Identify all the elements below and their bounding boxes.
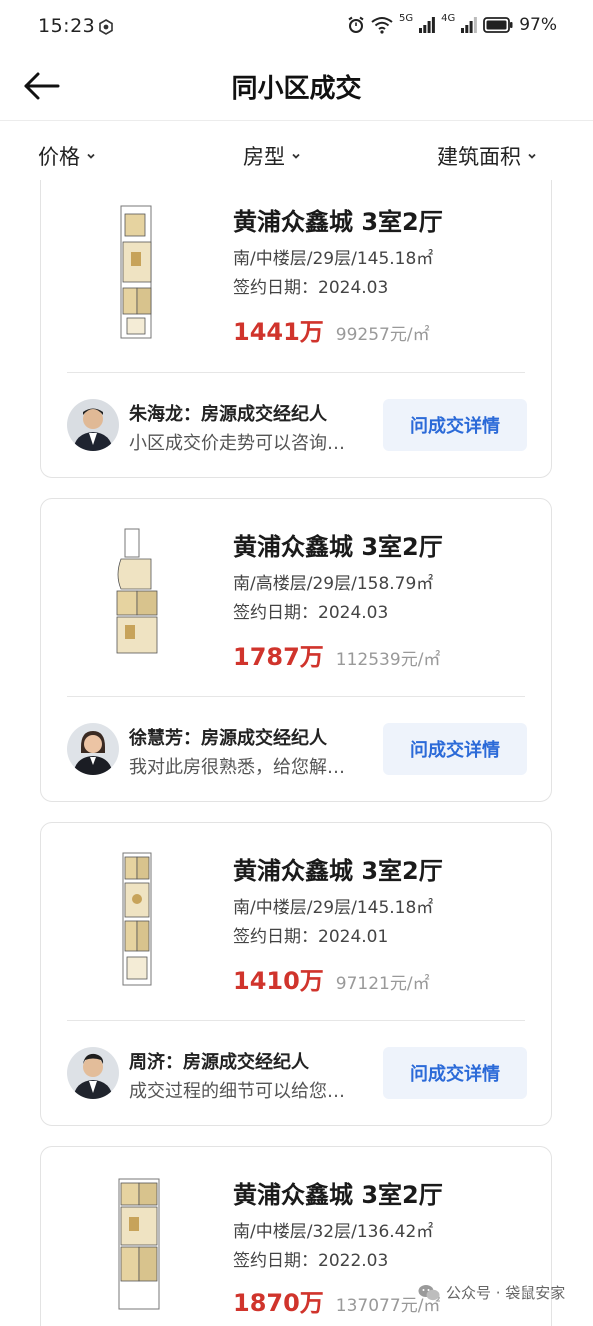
battery-icon <box>483 17 513 33</box>
agent-message: 成交过程的细节可以给您… <box>129 1081 345 1102</box>
total-price: 1870万 <box>233 1289 324 1317</box>
status-icons: 5G 4G 97% <box>347 12 557 35</box>
unit-price: 112539元/㎡ <box>335 650 441 670</box>
filter-price-label: 价格 <box>38 145 80 169</box>
battery-percent: 97% <box>519 15 557 35</box>
listing-spec: 南/中楼层/29层/145.18㎡ <box>233 898 434 918</box>
agent-name: 徐慧芳：房源成交经纪人 <box>129 728 327 749</box>
listing-spec: 南/高楼层/29层/158.79㎡ <box>233 574 434 594</box>
listing-spec: 南/中楼层/29层/145.18㎡ <box>233 249 434 269</box>
agent-avatar[interactable] <box>67 399 119 451</box>
listing-card[interactable]: 黄浦众鑫城 3室2厅 南/中楼层/29层/145.18㎡ 签约日期：2024.0… <box>40 180 552 478</box>
listing-price: 1410万 97121元/㎡ <box>233 961 430 996</box>
total-price: 1410万 <box>233 967 324 995</box>
signal-icon <box>419 17 435 33</box>
agent-avatar[interactable] <box>67 1047 119 1099</box>
divider <box>67 696 525 697</box>
status-bar: 15:23 5G 4G 97% <box>0 0 593 56</box>
signal-icon <box>461 17 478 33</box>
unit-price: 97121元/㎡ <box>335 974 430 994</box>
avatar-image <box>67 1047 119 1099</box>
filter-layout-label: 房型 <box>243 145 285 169</box>
status-time: 15:23 <box>38 15 96 37</box>
avatar-image <box>67 399 119 451</box>
alarm-icon <box>348 16 364 33</box>
listing-spec: 南/中楼层/32层/136.42㎡ <box>233 1222 434 1242</box>
wechat-icon <box>418 1284 440 1300</box>
agent-message: 小区成交价走势可以咨询… <box>129 433 345 454</box>
watermark-text: 公众号 · 袋鼠安家 <box>446 1284 566 1302</box>
top-bar: 同小区成交 <box>0 56 593 121</box>
listing-price: 1441万 99257元/㎡ <box>233 312 430 347</box>
divider <box>67 1020 525 1021</box>
filter-area-label: 建筑面积 <box>437 145 521 169</box>
listing-title: 黄浦众鑫城 3室2厅 <box>233 1181 443 1209</box>
ask-deal-details-button[interactable]: 问成交详情 <box>383 399 527 451</box>
ask-deal-details-button[interactable]: 问成交详情 <box>383 1047 527 1099</box>
app-notification-icon <box>99 19 113 35</box>
chevron-down-icon <box>528 153 536 159</box>
filter-price[interactable]: 价格 <box>38 141 96 171</box>
network-4g-label: 4G <box>441 12 456 24</box>
chevron-down-icon <box>87 153 95 159</box>
floor-plan-image <box>120 205 152 339</box>
total-price: 1787万 <box>233 643 324 671</box>
floor-plan-image <box>116 528 158 654</box>
network-5g-label: 5G <box>398 12 414 24</box>
listing-price: 1787万 112539元/㎡ <box>233 637 440 672</box>
avatar-image <box>67 723 119 775</box>
listing-title: 黄浦众鑫城 3室2厅 <box>233 208 443 236</box>
floor-plan-image <box>118 1178 160 1310</box>
wifi-icon <box>371 17 393 34</box>
listing-price: 1870万 137077元/㎡ <box>233 1283 440 1318</box>
unit-price: 99257元/㎡ <box>335 325 430 345</box>
chevron-down-icon <box>292 153 300 159</box>
agent-name: 朱海龙：房源成交经纪人 <box>129 404 327 425</box>
floor-plan-image <box>122 852 152 986</box>
agent-name: 周济：房源成交经纪人 <box>129 1052 309 1073</box>
listing-title: 黄浦众鑫城 3室2厅 <box>233 857 443 885</box>
listing-card[interactable]: 黄浦众鑫城 3室2厅 南/高楼层/29层/158.79㎡ 签约日期：2024.0… <box>40 498 552 802</box>
total-price: 1441万 <box>233 318 324 346</box>
ask-deal-details-button[interactable]: 问成交详情 <box>383 723 527 775</box>
page-title: 同小区成交 <box>231 74 362 104</box>
filter-area[interactable]: 建筑面积 <box>437 141 537 171</box>
watermark: 公众号 · 袋鼠安家 <box>418 1282 565 1303</box>
listing-sign-date: 签约日期：2024.01 <box>233 927 389 947</box>
filter-layout[interactable]: 房型 <box>243 141 301 171</box>
listing-card[interactable]: 黄浦众鑫城 3室2厅 南/中楼层/29层/145.18㎡ 签约日期：2024.0… <box>40 822 552 1126</box>
agent-avatar[interactable] <box>67 723 119 775</box>
listing-sign-date: 签约日期：2024.03 <box>233 278 389 298</box>
agent-message: 我对此房很熟悉，给您解… <box>129 757 345 778</box>
divider <box>67 372 525 373</box>
listing-title: 黄浦众鑫城 3室2厅 <box>233 533 443 561</box>
listing-sign-date: 签约日期：2022.03 <box>233 1251 389 1271</box>
listing-sign-date: 签约日期：2024.03 <box>233 603 389 623</box>
